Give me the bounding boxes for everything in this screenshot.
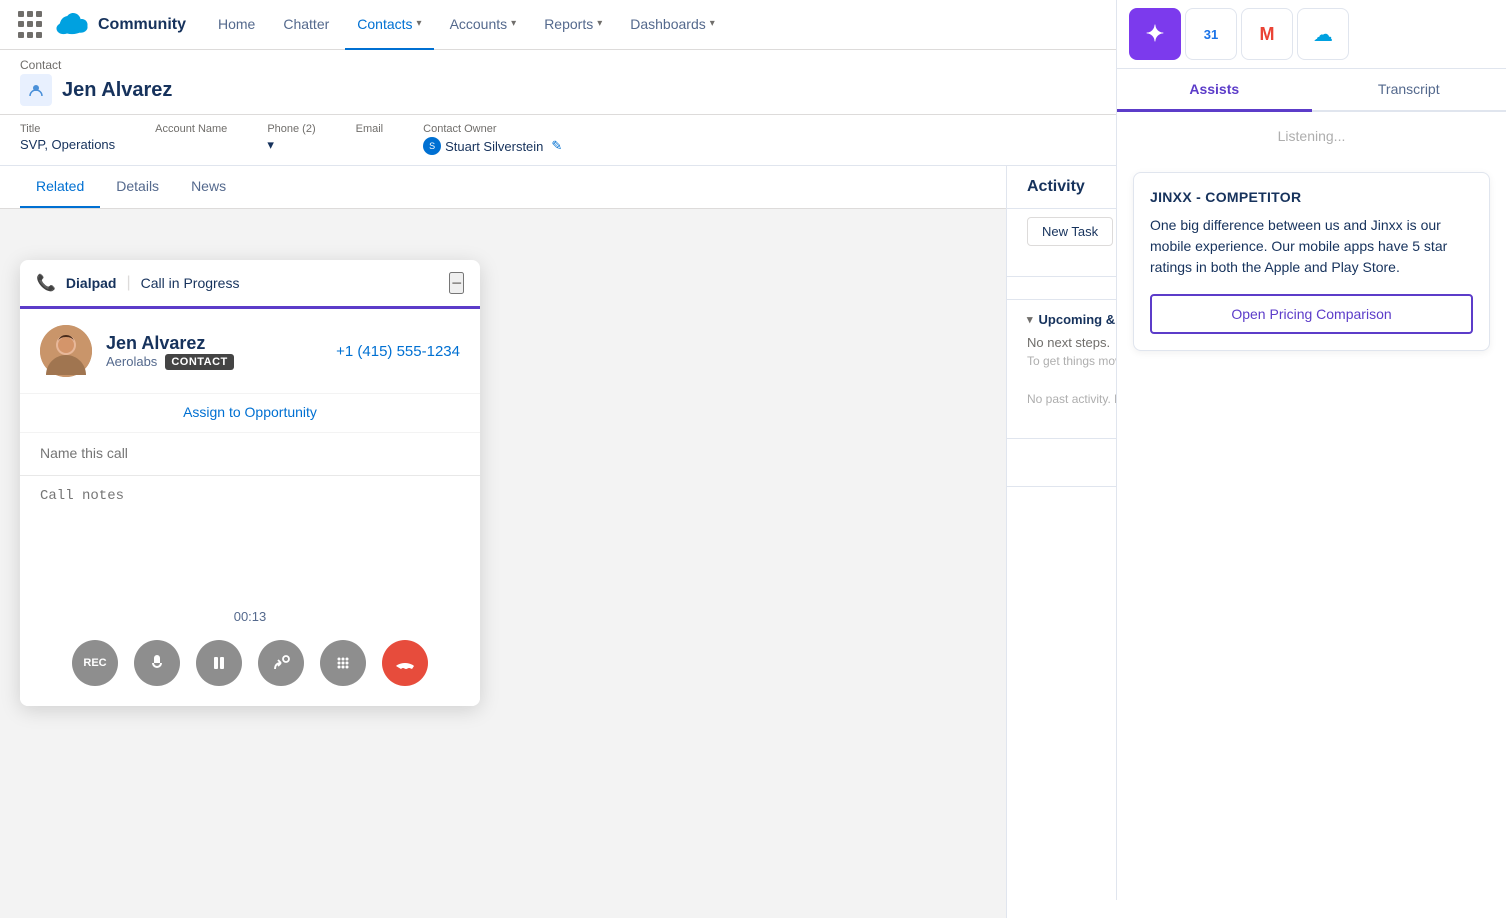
end-call-button[interactable]	[382, 640, 428, 686]
call-notes-textarea[interactable]	[40, 488, 460, 588]
field-phone: Phone (2) ▾	[267, 123, 315, 155]
nav-home[interactable]: Home	[206, 0, 267, 50]
keypad-button[interactable]	[320, 640, 366, 686]
crm-tabs: Related Details News	[0, 166, 1006, 209]
competitor-title: JINXX - COMPETITOR	[1150, 189, 1473, 205]
assign-row: Assign to Opportunity	[20, 394, 480, 433]
nav-contacts[interactable]: Contacts ▾	[345, 0, 433, 50]
tab-news[interactable]: News	[175, 166, 242, 208]
nav-chatter[interactable]: Chatter	[271, 0, 341, 50]
accounts-chevron-icon: ▾	[511, 18, 516, 29]
contact-avatar	[40, 325, 92, 377]
tab-related[interactable]: Related	[20, 166, 100, 208]
call-controls: REC	[20, 628, 480, 706]
field-contact-owner: Contact Owner S Stuart Silverstein ✎	[423, 123, 562, 155]
owner-avatar: S	[423, 137, 441, 155]
call-name-input[interactable]	[40, 445, 460, 461]
salesforce-button[interactable]: ☁	[1297, 8, 1349, 60]
mute-button[interactable]	[134, 640, 180, 686]
tab-details[interactable]: Details	[100, 166, 175, 208]
contact-full-name: Jen Alvarez	[62, 79, 172, 102]
listening-indicator: Listening...	[1117, 112, 1506, 160]
ai-icon: ✦	[1146, 21, 1164, 47]
community-logo: Community	[54, 13, 186, 37]
call-timer: 00:13	[20, 605, 480, 628]
nav-dashboards[interactable]: Dashboards ▾	[618, 0, 727, 50]
ai-assistant-button[interactable]: ✦	[1129, 8, 1181, 60]
competitor-card: JINXX - COMPETITOR One big difference be…	[1133, 172, 1490, 351]
competitor-description: One big difference between us and Jinxx …	[1150, 215, 1473, 278]
nav-reports[interactable]: Reports ▾	[532, 0, 614, 50]
new-task-button[interactable]: New Task	[1027, 217, 1113, 246]
gmail-icon: M	[1260, 24, 1275, 45]
record-button[interactable]: REC	[72, 640, 118, 686]
calendar-button[interactable]: 31	[1185, 8, 1237, 60]
call-contact-row: Jen Alvarez Aerolabs CONTACT +1 (415) 55…	[20, 309, 480, 394]
transfer-button[interactable]	[258, 640, 304, 686]
ai-assistant-panel: ✦ 31 M ☁ Assists Transcript Listening...…	[1116, 0, 1506, 900]
nav-accounts[interactable]: Accounts ▾	[438, 0, 529, 50]
assign-to-opportunity-link[interactable]: Assign to Opportunity	[183, 404, 317, 420]
gmail-button[interactable]: M	[1241, 8, 1293, 60]
field-email: Email	[356, 123, 384, 155]
community-label: Community	[98, 16, 186, 34]
app-launcher-button[interactable]	[16, 11, 44, 39]
contacts-chevron-icon: ▾	[417, 18, 422, 29]
field-account-name: Account Name	[155, 123, 227, 155]
phone-dropdown-icon: ▾	[267, 137, 274, 152]
tab-assists[interactable]: Assists	[1117, 69, 1312, 112]
phone-icon: 📞	[36, 273, 56, 293]
open-pricing-comparison-button[interactable]: Open Pricing Comparison	[1150, 294, 1473, 334]
minimize-button[interactable]: −	[449, 272, 464, 294]
ai-tabs: Assists Transcript	[1117, 69, 1506, 112]
contact-type-icon	[20, 74, 52, 106]
owner-edit-icon[interactable]: ✎	[551, 138, 562, 154]
company-row: Aerolabs CONTACT	[106, 354, 322, 370]
reports-chevron-icon: ▾	[597, 18, 602, 29]
salesforce-icon: ☁	[1313, 22, 1333, 47]
field-title: Title SVP, Operations	[20, 123, 115, 155]
calendar-icon: 31	[1204, 27, 1218, 42]
dashboards-chevron-icon: ▾	[710, 18, 715, 29]
call-separator: |	[127, 274, 131, 292]
ai-top-icons: ✦ 31 M ☁	[1117, 0, 1506, 69]
call-panel: 📞 Dialpad | Call in Progress − Jen Alvar…	[20, 260, 480, 706]
tab-transcript[interactable]: Transcript	[1312, 69, 1506, 112]
contact-info: Jen Alvarez Aerolabs CONTACT	[106, 333, 322, 370]
call-name-field[interactable]	[20, 433, 480, 476]
call-panel-header: 📞 Dialpad | Call in Progress −	[20, 260, 480, 309]
main-navigation: Home Chatter Contacts ▾ Accounts ▾ Repor…	[206, 0, 1202, 50]
call-notes-field[interactable]	[20, 476, 480, 605]
pause-button[interactable]	[196, 640, 242, 686]
upcoming-chevron-icon: ▾	[1027, 313, 1033, 326]
